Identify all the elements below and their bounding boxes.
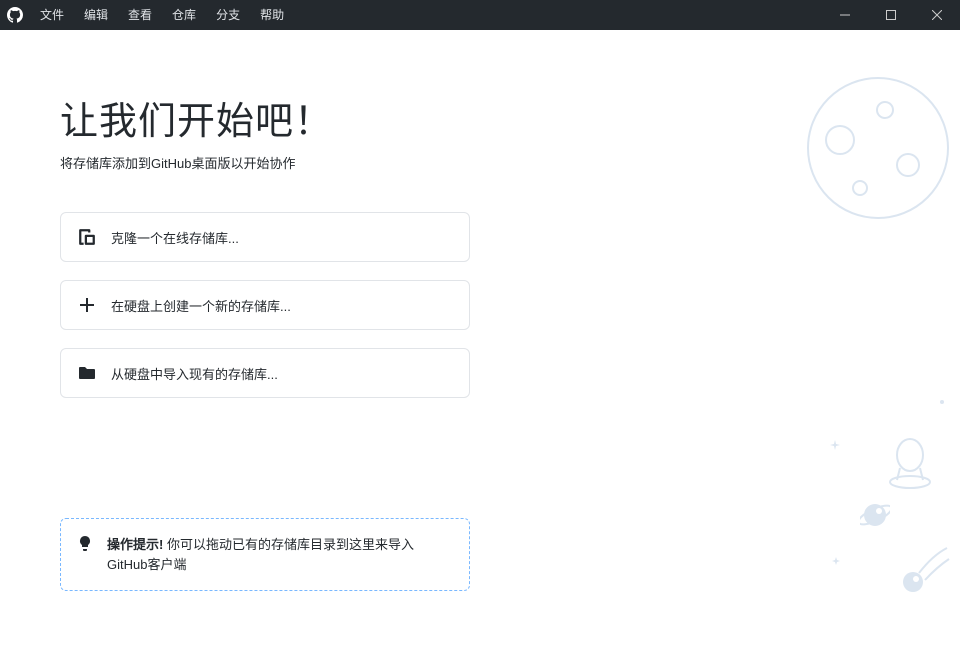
app-logo-icon: [0, 7, 30, 23]
menu-edit[interactable]: 编辑: [74, 0, 118, 30]
app-menu: 文件 编辑 查看 仓库 分支 帮助: [30, 0, 294, 30]
create-repo-label: 在硬盘上创建一个新的存储库...: [111, 296, 291, 315]
maximize-button[interactable]: [868, 0, 914, 30]
window-controls: [822, 0, 960, 30]
menu-view[interactable]: 查看: [118, 0, 162, 30]
minimize-button[interactable]: [822, 0, 868, 30]
menu-help[interactable]: 帮助: [250, 0, 294, 30]
star-decoration-icon: [832, 557, 840, 565]
title-bar: 文件 编辑 查看 仓库 分支 帮助: [0, 0, 960, 30]
folder-icon: [77, 363, 97, 383]
clone-icon: [77, 227, 97, 247]
lightbulb-icon: [77, 535, 97, 559]
add-repo-button[interactable]: 从硬盘中导入现有的存储库...: [60, 348, 470, 398]
add-repo-label: 从硬盘中导入现有的存储库...: [111, 364, 278, 383]
menu-file[interactable]: 文件: [30, 0, 74, 30]
comet-decoration-icon: [895, 545, 950, 600]
moon-decoration-icon: [790, 70, 950, 230]
welcome-screen: 让我们开始吧！ 将存储库添加到GitHub桌面版以开始协作 克隆一个在线存储库.…: [0, 30, 960, 660]
close-button[interactable]: [914, 0, 960, 30]
star-decoration-icon: [830, 440, 840, 450]
planet-decoration-icon: [860, 500, 890, 530]
clone-repo-button[interactable]: 克隆一个在线存储库...: [60, 212, 470, 262]
star-decoration-icon: [939, 399, 945, 405]
repo-options: 克隆一个在线存储库... 在硬盘上创建一个新的存储库... 从硬盘中导入现有的存…: [60, 212, 470, 398]
tip-text: 操作提示! 你可以拖动已有的存储库目录到这里来导入GitHub客户端: [107, 535, 453, 574]
clone-repo-label: 克隆一个在线存储库...: [111, 228, 239, 247]
drag-drop-tip: 操作提示! 你可以拖动已有的存储库目录到这里来导入GitHub客户端: [60, 518, 470, 591]
rocket-decoration-icon: [885, 435, 935, 490]
create-repo-button[interactable]: 在硬盘上创建一个新的存储库...: [60, 280, 470, 330]
plus-icon: [77, 295, 97, 315]
menu-branch[interactable]: 分支: [206, 0, 250, 30]
menu-repository[interactable]: 仓库: [162, 0, 206, 30]
tip-label: 操作提示!: [107, 537, 163, 552]
